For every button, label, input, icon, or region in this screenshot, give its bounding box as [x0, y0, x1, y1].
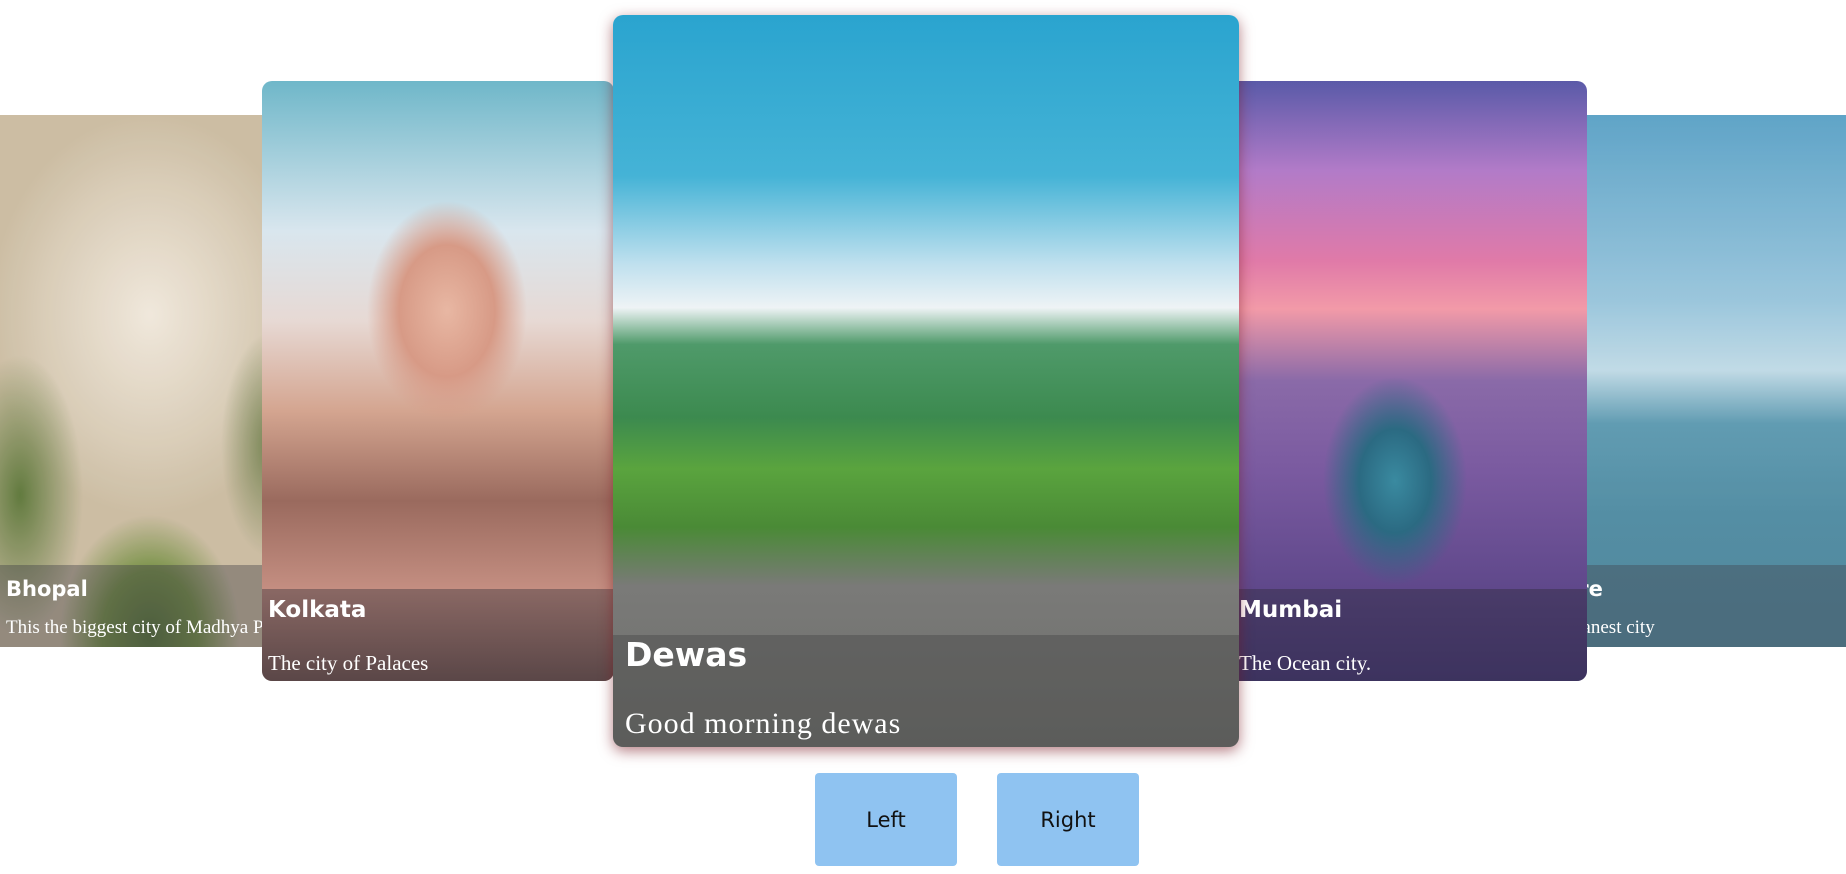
card-title: Dewas — [625, 635, 748, 674]
card-kolkata[interactable]: Kolkata The city of Palaces — [262, 81, 614, 681]
card-caption: Kolkata The city of Palaces — [262, 589, 614, 681]
card-description: The city of Palaces — [268, 651, 429, 675]
right-button[interactable]: Right — [997, 773, 1139, 866]
carousel: Bhopal This the biggest city of Madhya P… — [0, 0, 1846, 874]
card-mumbai[interactable]: Mumbai The Ocean city. — [1225, 81, 1587, 681]
card-caption: Mumbai The Ocean city. — [1225, 589, 1587, 681]
card-caption: Dewas Good morning dewas — [613, 635, 1239, 747]
card-caption: Bhopal This the biggest city of Madhya P… — [0, 565, 290, 647]
card-description: The Ocean city. — [1239, 651, 1372, 675]
card-dewas-active[interactable]: Dewas Good morning dewas — [613, 15, 1239, 747]
card-title: Mumbai — [1239, 597, 1343, 623]
card-description: Good morning dewas — [625, 707, 902, 740]
card-bhopal[interactable]: Bhopal This the biggest city of Madhya P… — [0, 115, 290, 647]
card-title: Bhopal — [6, 577, 88, 601]
card-title: Kolkata — [268, 597, 367, 623]
card-description: This the biggest city of Madhya Pradesh — [6, 617, 290, 638]
left-button[interactable]: Left — [815, 773, 957, 866]
